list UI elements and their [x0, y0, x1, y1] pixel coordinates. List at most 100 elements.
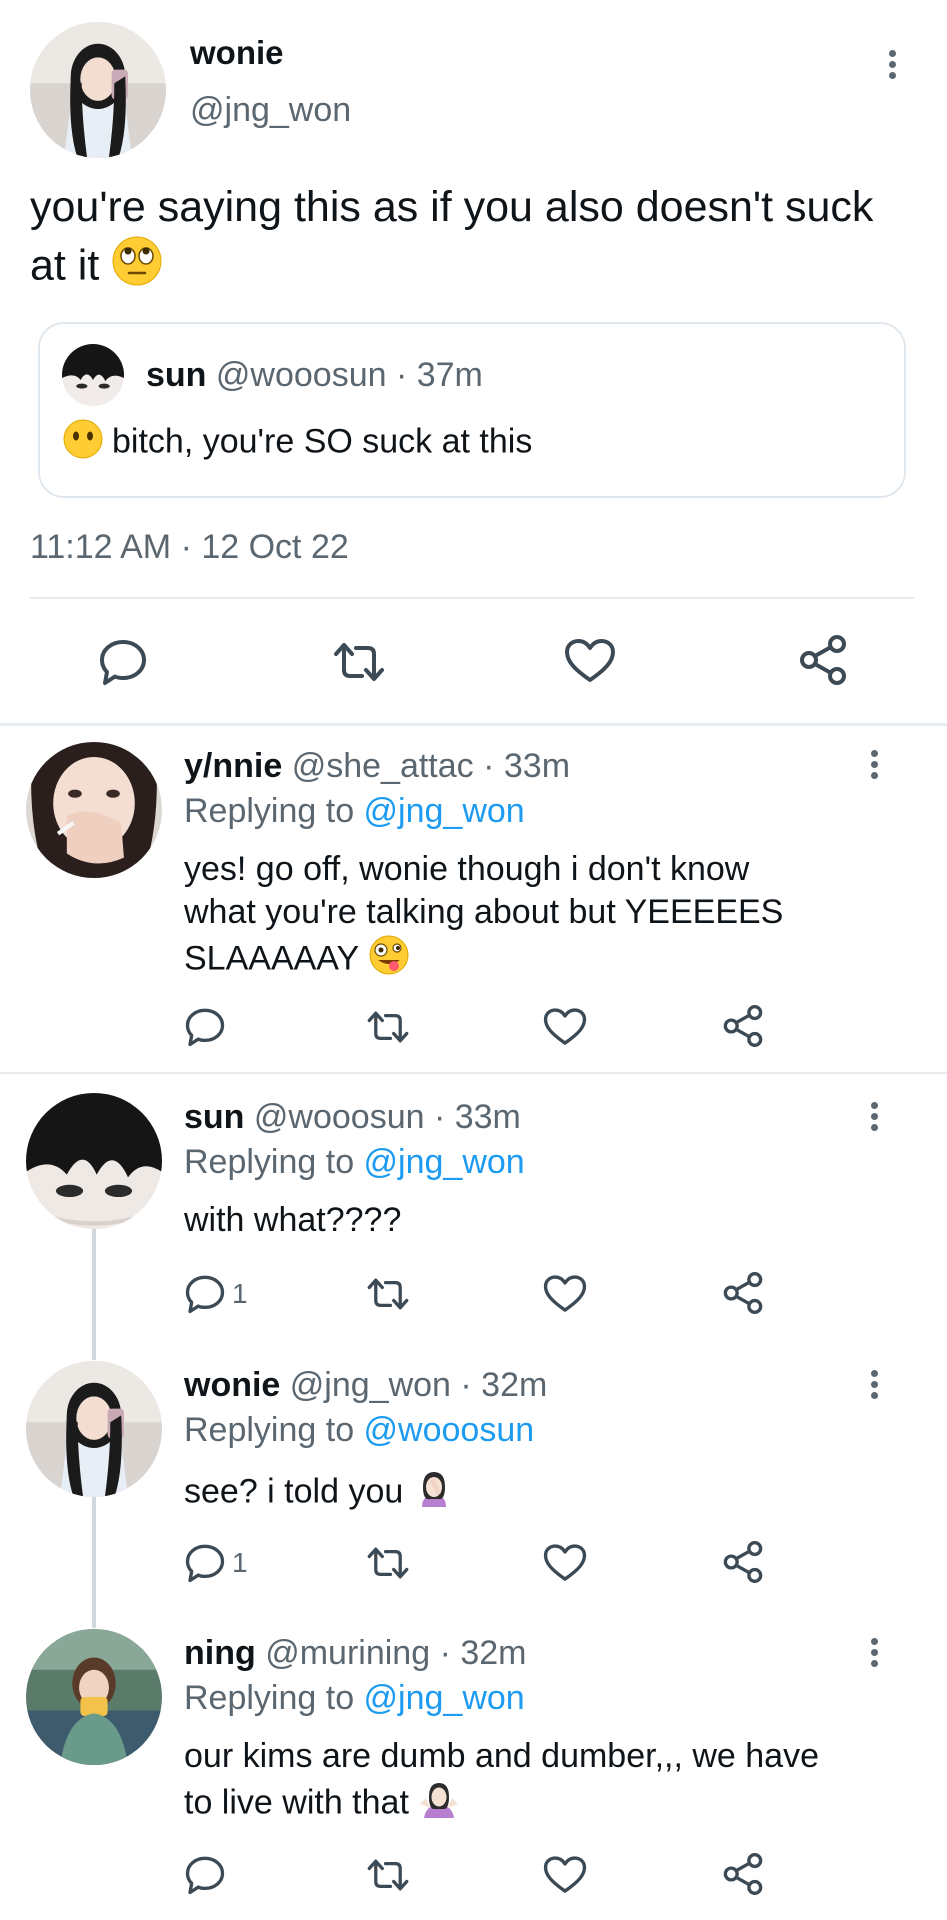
retweet-icon [367, 1278, 409, 1310]
heart-icon [565, 639, 615, 682]
retweet-button[interactable] [366, 1009, 410, 1045]
replying-to-label: Replying to [184, 1143, 364, 1181]
retweet-button[interactable] [366, 1545, 410, 1581]
like-button[interactable] [564, 638, 616, 684]
like-button[interactable] [543, 1007, 587, 1047]
reply-text-line: what you're talking about but YEEEEES [184, 893, 784, 931]
reply-text-line: with what???? [184, 1201, 402, 1239]
replying-to-label: Replying to [184, 1679, 364, 1717]
avatar[interactable] [30, 22, 166, 158]
reply-meta: @jng_won · 32m [289, 1366, 548, 1404]
share-icon [723, 1272, 763, 1314]
reply-button[interactable] [98, 638, 148, 686]
reply-meta: @murining · 32m [265, 1634, 527, 1672]
heart-icon [543, 1544, 587, 1581]
reply-display-name[interactable]: wonie [184, 1366, 280, 1404]
replying-to: Replying to @jng_won [184, 1679, 525, 1718]
reply-header: sun @wooosun · 33m [184, 1098, 521, 1137]
avatar[interactable] [26, 742, 162, 878]
share-button[interactable] [722, 1004, 764, 1048]
reply-header: ning @murining · 32m [184, 1634, 526, 1673]
reply-button[interactable]: 1 [184, 1543, 248, 1583]
reply-text-line-wrap: to live with that [184, 1778, 819, 1831]
reply-text-line: SLAAAAAY [184, 939, 359, 978]
display-name[interactable]: wonie [190, 34, 284, 72]
reply-text: with what???? [184, 1199, 401, 1242]
replying-to: Replying to @wooosun [184, 1411, 534, 1450]
share-button[interactable] [722, 1271, 764, 1315]
reply-button[interactable]: 1 [184, 1274, 248, 1314]
retweet-button[interactable] [332, 640, 386, 684]
more-vertical-icon[interactable] [864, 746, 884, 786]
reply-header: y/nnie @she_attac · 33m [184, 747, 570, 786]
avatar[interactable] [26, 1361, 162, 1497]
replying-to-link[interactable]: @jng_won [364, 1143, 525, 1181]
tweet-timestamp: 11:12 AM · 12 Oct 22 [30, 528, 349, 566]
reply-text-line-wrap: SLAAAAAY [184, 934, 783, 987]
quote-text-content: bitch, you're SO suck at this [112, 422, 533, 461]
reply-icon [100, 640, 146, 685]
share-button[interactable] [722, 1540, 764, 1584]
heart-icon [543, 1275, 587, 1312]
thread-line [92, 1228, 96, 1360]
reply-icon [185, 1544, 225, 1583]
reply-text-line: our kims are dumb and dumber,,, we have [184, 1737, 819, 1775]
retweet-icon [334, 643, 384, 681]
reply-text: see? i told you [184, 1467, 455, 1520]
more-vertical-icon[interactable] [882, 46, 902, 86]
reply-count: 1 [232, 1547, 248, 1578]
person-shrugging-icon [418, 1778, 460, 1831]
reply-display-name[interactable]: ning [184, 1634, 256, 1672]
share-icon [723, 1853, 763, 1895]
face-with-rolling-eyes-icon [111, 235, 163, 301]
quote-meta: @wooosun · 37m [215, 356, 483, 394]
share-icon [723, 1541, 763, 1583]
more-vertical-icon[interactable] [864, 1634, 884, 1674]
share-icon [800, 635, 846, 685]
retweet-button[interactable] [366, 1857, 410, 1893]
reply-text-line: yes! go off, wonie though i don't know [184, 850, 750, 888]
replying-to-link[interactable]: @jng_won [364, 792, 525, 830]
retweet-button[interactable] [366, 1276, 410, 1312]
like-button[interactable] [543, 1274, 587, 1314]
reply-count: 1 [232, 1278, 248, 1309]
share-icon [723, 1005, 763, 1047]
like-button[interactable] [543, 1543, 587, 1583]
divider [30, 597, 914, 599]
reply-text: our kims are dumb and dumber,,, we have … [184, 1735, 819, 1831]
retweet-icon [367, 1859, 409, 1891]
reply-header: wonie @jng_won · 32m [184, 1366, 547, 1405]
retweet-icon [367, 1011, 409, 1043]
handle[interactable]: @jng_won [190, 91, 351, 130]
reply-text: yes! go off, wonie though i don't know w… [184, 848, 783, 987]
quote-text: bitch, you're SO suck at this [62, 418, 532, 469]
reply-display-name[interactable]: y/nnie [184, 747, 282, 785]
reply-icon [185, 1275, 225, 1314]
replying-to-link[interactable]: @wooosun [364, 1411, 535, 1449]
replying-to-label: Replying to [184, 1411, 364, 1449]
quote-tweet[interactable]: sun @wooosun · 37m bitch, you're SO suck… [38, 322, 906, 498]
like-button[interactable] [543, 1855, 587, 1895]
zany-face-icon [368, 934, 410, 987]
reply-button[interactable] [184, 1855, 226, 1895]
tweet-text: you're saying this as if you also doesn'… [30, 180, 890, 301]
reply-meta: @wooosun · 33m [253, 1098, 521, 1136]
more-vertical-icon[interactable] [864, 1366, 884, 1406]
retweet-icon [367, 1547, 409, 1579]
replying-to-link[interactable]: @jng_won [364, 1679, 525, 1717]
share-button[interactable] [722, 1852, 764, 1896]
person-facepalming-icon [413, 1467, 455, 1520]
reply-text-line: see? i told you [184, 1472, 404, 1511]
quote-header: sun @wooosun · 37m [146, 356, 483, 395]
face-without-mouth-icon [62, 418, 104, 469]
reply-display-name[interactable]: sun [184, 1098, 244, 1136]
share-button[interactable] [798, 634, 848, 686]
quote-display-name: sun [146, 356, 207, 394]
replying-to: Replying to @jng_won [184, 792, 525, 831]
avatar[interactable] [26, 1093, 162, 1229]
avatar[interactable] [26, 1629, 162, 1765]
reply-button[interactable] [184, 1007, 226, 1047]
reply-meta: @she_attac · 33m [291, 747, 571, 785]
more-vertical-icon[interactable] [864, 1098, 884, 1138]
heart-icon [543, 1856, 587, 1893]
